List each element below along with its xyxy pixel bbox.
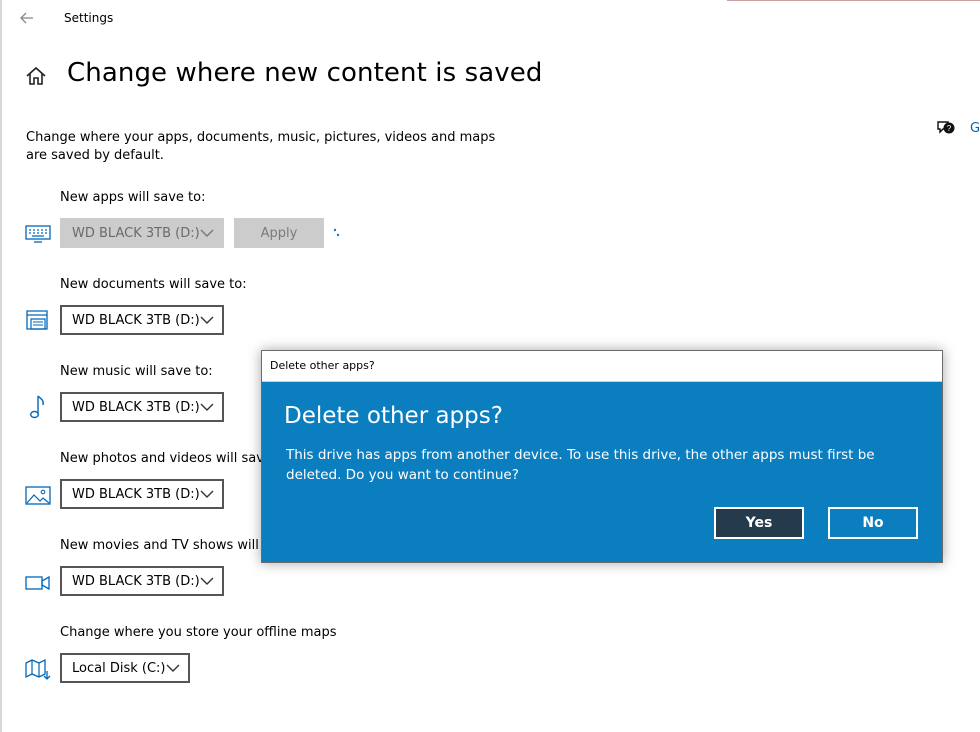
dialog-message: This drive has apps from another device.… bbox=[286, 447, 875, 483]
documents-icon bbox=[26, 310, 48, 330]
app-title: Settings bbox=[64, 11, 114, 25]
page-description: Change where your apps, documents, music… bbox=[26, 130, 496, 163]
dropdown-value: WD BLACK 3TB (D:) bbox=[72, 312, 200, 328]
dropdown-value: WD BLACK 3TB (D:) bbox=[72, 225, 200, 241]
video-camera-icon bbox=[25, 575, 50, 591]
get-help-link[interactable]: G bbox=[970, 121, 980, 136]
chevron-down-icon bbox=[200, 403, 214, 411]
section-label: New apps will save to: bbox=[60, 190, 206, 205]
dropdown-value: WD BLACK 3TB (D:) bbox=[72, 573, 200, 589]
svg-text:?: ? bbox=[947, 124, 952, 133]
delete-apps-dialog: Delete other apps? Delete other apps? Th… bbox=[261, 350, 943, 563]
chevron-down-icon bbox=[166, 664, 180, 672]
section-label: New documents will save to: bbox=[60, 277, 247, 292]
chevron-down-icon bbox=[200, 316, 214, 324]
page-title: Change where new content is saved bbox=[67, 58, 543, 88]
window-left-border bbox=[0, 0, 2, 732]
section-label: Change where you store your offline maps bbox=[60, 625, 337, 640]
chevron-down-icon bbox=[200, 229, 214, 237]
map-icon bbox=[25, 658, 51, 680]
no-button[interactable]: No bbox=[828, 507, 918, 539]
section-label: New photos and videos will save to: bbox=[60, 451, 294, 466]
get-help-icon[interactable]: ? bbox=[936, 119, 956, 137]
music-note-icon bbox=[29, 395, 44, 419]
back-button[interactable] bbox=[16, 8, 38, 28]
section-label: New music will save to: bbox=[60, 364, 213, 379]
title-bar: Settings bbox=[2, 0, 980, 36]
maps-location-dropdown[interactable]: Local Disk (C:) bbox=[60, 653, 190, 683]
music-location-dropdown[interactable]: WD BLACK 3TB (D:) bbox=[60, 392, 224, 422]
yes-button[interactable]: Yes bbox=[714, 507, 804, 539]
dialog-title-bar: Delete other apps? bbox=[262, 351, 942, 382]
photo-icon bbox=[25, 486, 51, 505]
home-icon[interactable] bbox=[24, 64, 48, 88]
movies-location-dropdown[interactable]: WD BLACK 3TB (D:) bbox=[60, 566, 224, 596]
loading-spinner-icon bbox=[333, 228, 340, 237]
keyboard-icon bbox=[25, 225, 51, 243]
dropdown-value: Local Disk (C:) bbox=[72, 660, 166, 676]
back-arrow-icon bbox=[20, 12, 33, 24]
photos-location-dropdown[interactable]: WD BLACK 3TB (D:) bbox=[60, 479, 224, 509]
apps-location-dropdown[interactable]: WD BLACK 3TB (D:) bbox=[60, 218, 224, 248]
chevron-down-icon bbox=[200, 490, 214, 498]
dialog-heading: Delete other apps? bbox=[284, 403, 503, 429]
dropdown-value: WD BLACK 3TB (D:) bbox=[72, 486, 200, 502]
dialog-window-title: Delete other apps? bbox=[270, 359, 375, 372]
apply-button[interactable]: Apply bbox=[234, 218, 324, 248]
dropdown-value: WD BLACK 3TB (D:) bbox=[72, 399, 200, 415]
documents-location-dropdown[interactable]: WD BLACK 3TB (D:) bbox=[60, 305, 224, 335]
chevron-down-icon bbox=[200, 577, 214, 585]
